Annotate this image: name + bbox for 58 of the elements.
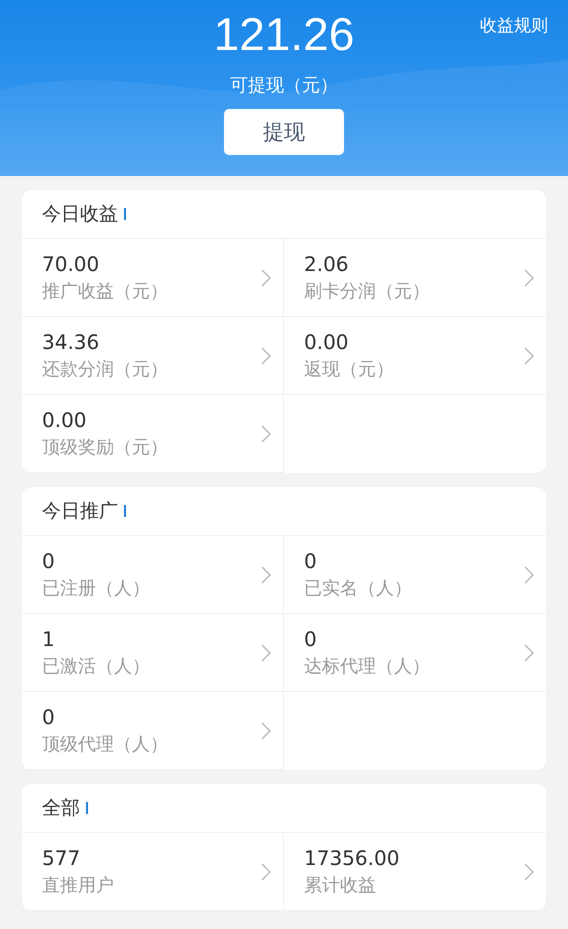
stat-item[interactable]: 0.00 顶级奖励（元）: [22, 395, 284, 473]
withdraw-button[interactable]: 提现: [224, 109, 344, 155]
accent-bar: [124, 208, 126, 220]
stat-value: 0.00: [304, 328, 350, 354]
section-title: 全部: [42, 796, 80, 821]
stat-item[interactable]: 0 已注册（人）: [22, 536, 284, 614]
stat-item[interactable]: 0.00 返现（元）: [284, 317, 546, 395]
stat-item[interactable]: 577 直推用户: [22, 833, 284, 911]
stat-value: 2.06: [304, 250, 350, 276]
stat-value: 17356.00: [304, 844, 400, 870]
stat-item[interactable]: 0 达标代理（人）: [284, 614, 546, 692]
stat-value: 1: [42, 626, 56, 652]
chevron-right-icon: [524, 346, 534, 364]
stat-item[interactable]: 2.06 刷卡分润（元）: [284, 239, 546, 317]
stat-item[interactable]: 0 顶级代理（人）: [22, 692, 284, 770]
chevron-right-icon: [524, 268, 534, 286]
stat-label: 刷卡分润（元）: [304, 280, 431, 304]
chevron-right-icon: [261, 722, 271, 740]
stat-label: 返现（元）: [304, 358, 395, 382]
chevron-right-icon: [524, 644, 534, 662]
stat-label: 推广收益（元）: [42, 280, 169, 304]
stat-value: 34.36: [42, 328, 100, 354]
stat-label: 已注册（人）: [42, 576, 151, 600]
stat-label: 达标代理（人）: [304, 654, 431, 678]
stat-label: 累计收益: [304, 874, 377, 898]
stat-item[interactable]: 17356.00 累计收益: [284, 833, 546, 911]
chevron-right-icon: [261, 566, 271, 584]
chevron-right-icon: [261, 424, 271, 442]
stat-label: 已激活（人）: [42, 654, 151, 678]
accent-bar: [86, 802, 88, 814]
stat-item[interactable]: 70.00 推广收益（元）: [22, 239, 284, 317]
chevron-right-icon: [524, 566, 534, 584]
chevron-right-icon: [261, 644, 271, 662]
stat-item[interactable]: 0 已实名（人）: [284, 536, 546, 614]
rules-link[interactable]: 收益规则: [480, 14, 548, 37]
accent-bar: [124, 505, 126, 517]
stat-value: 70.00: [42, 250, 100, 276]
section-title: 今日收益: [42, 202, 118, 227]
stat-item[interactable]: 1 已激活（人）: [22, 614, 284, 692]
chevron-right-icon: [261, 862, 271, 880]
stat-value: 0: [42, 704, 56, 730]
balance-label: 可提现（元）: [230, 74, 338, 98]
stat-label: 还款分润（元）: [42, 358, 169, 382]
stat-label: 顶级奖励（元）: [42, 436, 169, 460]
stat-value: 0: [304, 548, 318, 574]
stat-label: 直推用户: [42, 874, 115, 898]
section-title: 今日推广: [42, 499, 118, 524]
chevron-right-icon: [524, 862, 534, 880]
chevron-right-icon: [261, 268, 271, 286]
chevron-right-icon: [261, 346, 271, 364]
stat-value: 0: [304, 626, 318, 652]
stat-label: 已实名（人）: [304, 576, 413, 600]
stat-value: 577: [42, 844, 82, 870]
balance-amount: 121.26: [214, 7, 354, 62]
stat-item[interactable]: 34.36 还款分润（元）: [22, 317, 284, 395]
stat-value: 0.00: [42, 406, 88, 432]
stat-label: 顶级代理（人）: [42, 732, 169, 756]
stat-value: 0: [42, 548, 56, 574]
